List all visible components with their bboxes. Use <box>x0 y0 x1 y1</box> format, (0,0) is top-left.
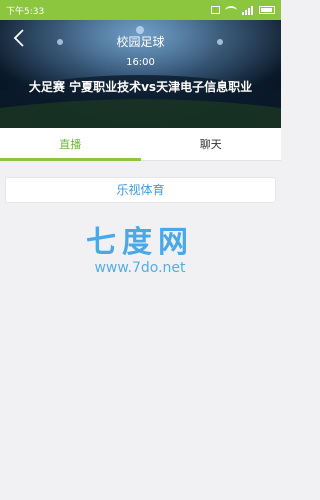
tab-bar: 直播 聊天 <box>0 128 281 161</box>
match-time: 16:00 <box>126 57 155 68</box>
channel-button[interactable]: 乐视体育 <box>5 177 276 203</box>
message-icon <box>211 6 220 14</box>
wifi-icon <box>225 5 237 15</box>
watermark-logo: 七度网 <box>86 225 194 260</box>
tab-live[interactable]: 直播 <box>0 128 141 161</box>
watermark-url: www.7do.net <box>94 260 186 276</box>
battery-icon <box>259 6 275 14</box>
match-header: 校园足球 16:00 大足赛 宁夏职业技术vs天津电子信息职业 <box>0 20 281 128</box>
page-title: 校园足球 <box>116 35 165 49</box>
status-icons <box>211 5 275 15</box>
status-bar: 下午5:33 <box>0 0 281 20</box>
tab-chat[interactable]: 聊天 <box>141 128 282 160</box>
status-time: 下午5:33 <box>6 6 45 17</box>
signal-icon <box>242 5 254 15</box>
watermark: 七度网 www.7do.net <box>60 225 220 277</box>
match-title: 大足赛 宁夏职业技术vs天津电子信息职业 <box>28 80 253 94</box>
